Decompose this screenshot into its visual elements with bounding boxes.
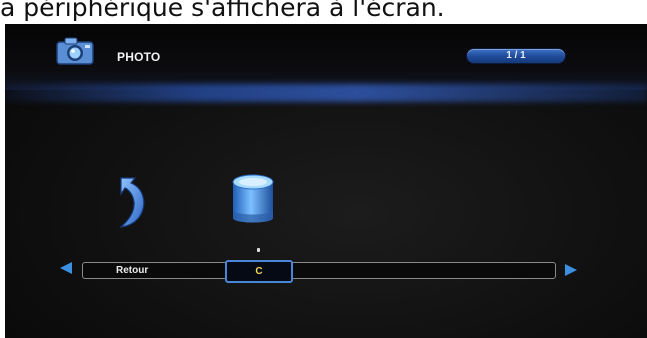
header-divider <box>5 84 647 102</box>
page-indicator-text: 1 / 1 <box>506 50 526 61</box>
drive-icon[interactable] <box>229 172 277 228</box>
page-title: PHOTO <box>117 50 161 64</box>
back-arrow-icon[interactable] <box>113 172 153 230</box>
camera-icon <box>56 37 94 65</box>
scroll-left-arrow-icon[interactable] <box>60 262 72 274</box>
page-indicator: 1 / 1 <box>467 49 565 63</box>
device-list-bar: Retour C <box>82 260 556 283</box>
device-item-retour[interactable]: Retour <box>116 263 216 278</box>
device-item-c[interactable]: C <box>225 260 293 283</box>
scroll-right-arrow-icon[interactable] <box>565 264 577 276</box>
selection-marker <box>257 248 260 252</box>
tv-screen: PHOTO 1 / 1 Retour C <box>5 24 647 338</box>
caption-text: a périphérique s'affichera à l'écran. <box>0 0 445 22</box>
